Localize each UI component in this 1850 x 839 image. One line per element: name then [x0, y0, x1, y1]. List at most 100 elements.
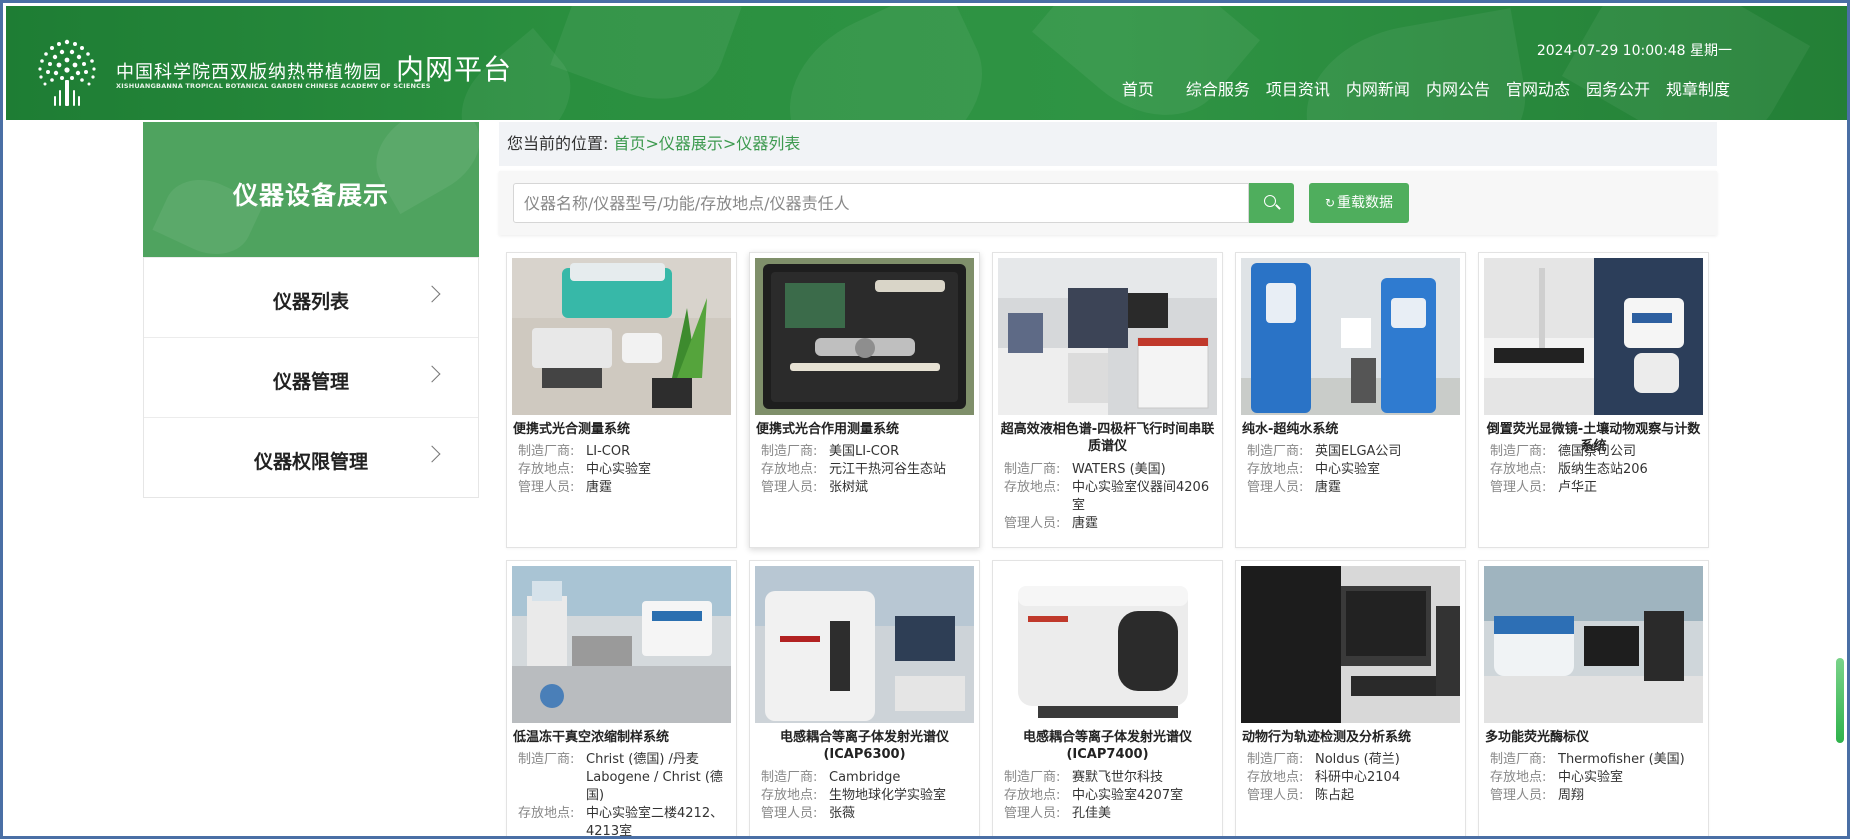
breadcrumb-path[interactable]: 首页>仪器展示>仪器列表	[614, 134, 801, 153]
manufacturer-label: 制造厂商:	[1247, 752, 1304, 767]
datetime: 2024-07-29 10:00:48 星期一	[1536, 43, 1732, 59]
garden-logo-icon[interactable]	[26, 30, 108, 112]
manufacturer-label: 制造厂商:	[1490, 752, 1547, 767]
manager-label: 管理人员:	[1247, 788, 1304, 803]
manufacturer-value: Noldus (荷兰)	[1315, 752, 1400, 767]
location-value: 中心实验室4207室	[1072, 788, 1184, 803]
manager-label: 管理人员:	[1004, 806, 1061, 821]
instrument-fields: 制造厂商: 赛默飞世尔科技 存放地点: 中心实验室4207室 管理人员: 孔佳美	[1004, 769, 1214, 823]
search-button[interactable]	[1249, 183, 1294, 223]
location-label: 存放地点:	[1490, 462, 1547, 477]
reload-label: 重载数据	[1337, 195, 1394, 211]
nav-regulations[interactable]: 规章制度	[1666, 76, 1730, 100]
location-value: 中心实验室仪器间4206室	[1072, 480, 1210, 513]
org-name: 中国科学院西双版纳热带植物园	[116, 62, 382, 83]
nav-official-updates[interactable]: 官网动态	[1506, 76, 1570, 100]
instrument-name: 超高效液相色谱-四极杆飞行时间串联质谱仪	[1000, 422, 1215, 454]
instrument-card[interactable]: 便携式光合测量系统 制造厂商: LI-COR 存放地点: 中心实验室 管理人员: 唐霆	[506, 252, 737, 548]
instrument-card[interactable]: 电感耦合等离子体发射光谱仪(ICAP7400) 制造厂商: 赛默飞世尔科技 存放地…	[992, 560, 1223, 836]
instrument-card[interactable]: 便携式光合作用测量系统 制造厂商: 美国LI-COR 存放地点: 元江干热河谷生态站…	[749, 252, 980, 548]
nav-intranet-news[interactable]: 内网新闻	[1346, 76, 1410, 100]
instrument-photo	[512, 258, 731, 415]
manager-value: 卢华正	[1558, 480, 1598, 495]
instrument-photo	[755, 566, 974, 723]
browser-frame: 中国科学院西双版纳热带植物园 XISHUANGBANNA TROPICAL BO…	[0, 0, 1850, 839]
main-nav: 首页 综合服务 项目资讯 内网新闻 内网公告 官网动态 园务公开 规章制度	[1106, 76, 1730, 100]
instrument-card[interactable]: 低温冻干真空浓缩制样系统 制造厂商: Christ (德国) /丹麦Labogen…	[506, 560, 737, 836]
instrument-photo	[1241, 258, 1460, 415]
refresh-icon: ↻	[1324, 196, 1336, 210]
manager-label: 管理人员:	[761, 806, 818, 821]
location-value: 生物地球化学实验室	[829, 788, 947, 803]
instrument-card[interactable]: 电感耦合等离子体发射光谱仪(ICAP6300) 制造厂商: Cambridge 存…	[749, 560, 980, 836]
sidebar-header: 仪器设备展示	[143, 122, 479, 257]
org-name-en: XISHUANGBANNA TROPICAL BOTANICAL GARDEN …	[116, 82, 431, 90]
instrument-card[interactable]: 多功能荧光酶标仪 制造厂商: Thermofisher (美国) 存放地点: 中心实…	[1478, 560, 1709, 836]
location-label: 存放地点:	[1004, 788, 1061, 803]
instrument-card[interactable]: 超高效液相色谱-四极杆飞行时间串联质谱仪 制造厂商: WATERS (美国) 存放…	[992, 252, 1223, 548]
instrument-fields: 制造厂商: 美国LI-COR 存放地点: 元江干热河谷生态站 管理人员: 张树斌	[761, 443, 971, 497]
location-value: 版纳生态站206	[1558, 462, 1648, 477]
instrument-name: 便携式光合测量系统	[513, 422, 631, 437]
instrument-fields: 制造厂商: WATERS (美国) 存放地点: 中心实验室仪器间4206室 管理人员…	[1004, 461, 1214, 533]
manager-value: 张树斌	[829, 480, 869, 495]
sidebar-item-permission-management[interactable]: 仪器权限管理	[144, 417, 478, 497]
manufacturer-label: 制造厂商:	[761, 444, 818, 459]
page-scrollbar[interactable]	[1836, 658, 1844, 743]
manager-value: 孔佳美	[1072, 806, 1112, 821]
nav-home[interactable]: 首页	[1122, 76, 1154, 100]
instrument-photo	[1484, 566, 1703, 723]
manager-label: 管理人员:	[1490, 480, 1547, 495]
sidebar-item-instrument-list[interactable]: 仪器列表	[144, 257, 478, 337]
manager-label: 管理人员:	[1004, 516, 1061, 531]
instrument-card[interactable]: 纯水-超纯水系统 制造厂商: 英国ELGA公司 存放地点: 中心实验室 管理人员: 唐…	[1235, 252, 1466, 548]
instrument-name: 动物行为轨迹检测及分析系统	[1242, 730, 1412, 745]
location-label: 存放地点:	[761, 788, 818, 803]
manufacturer-label: 制造厂商:	[1490, 444, 1547, 459]
instrument-name: 电感耦合等离子体发射光谱仪(ICAP6300)	[779, 730, 949, 762]
breadcrumb: 您当前的位置: 首页>仪器展示>仪器列表	[499, 122, 1717, 166]
instrument-name: 纯水-超纯水系统	[1242, 422, 1339, 437]
site-header: 中国科学院西双版纳热带植物园 XISHUANGBANNA TROPICAL BO…	[6, 6, 1847, 120]
instrument-name: 电感耦合等离子体发射光谱仪(ICAP7400)	[1022, 730, 1192, 762]
instrument-card[interactable]: 倒置荧光显微镜-土壤动物观察与计数系统 制造厂商: 德国蔡司公司 存放地点: 版纳生…	[1478, 252, 1709, 548]
manufacturer-value: 德国蔡司公司	[1558, 444, 1637, 459]
location-label: 存放地点:	[518, 462, 575, 477]
manager-value: 唐霆	[586, 480, 613, 495]
manager-label: 管理人员:	[761, 480, 818, 495]
location-value: 中心实验室	[1558, 770, 1624, 785]
sidebar: 仪器设备展示 仪器列表 仪器管理 仪器权限管理	[143, 122, 479, 498]
instrument-card[interactable]: 动物行为轨迹检测及分析系统 制造厂商: Noldus (荷兰) 存放地点: 科研中心…	[1235, 560, 1466, 836]
sidebar-title: 仪器设备展示	[232, 181, 389, 210]
location-value: 科研中心2104	[1315, 770, 1401, 785]
location-label: 存放地点:	[761, 462, 818, 477]
instrument-fields: 制造厂商: Christ (德国) /丹麦Labogene / Christ (德…	[518, 751, 728, 836]
nav-garden-affairs[interactable]: 园务公开	[1586, 76, 1650, 100]
manager-value: 陈占起	[1315, 788, 1355, 803]
instrument-photo	[512, 566, 731, 723]
instrument-name: 低温冻干真空浓缩制样系统	[513, 730, 670, 745]
manufacturer-value: 英国ELGA公司	[1315, 444, 1402, 459]
breadcrumb-label: 您当前的位置:	[507, 134, 609, 153]
manufacturer-label: 制造厂商:	[518, 752, 575, 767]
nav-project-news[interactable]: 项目资讯	[1266, 76, 1330, 100]
manufacturer-value: 美国LI-COR	[829, 444, 900, 459]
reload-data-button[interactable]: ↻ 重载数据	[1309, 183, 1409, 223]
location-value: 中心实验室	[1315, 462, 1381, 477]
manufacturer-value: 赛默飞世尔科技	[1072, 770, 1164, 785]
sidebar-item-instrument-management[interactable]: 仪器管理	[144, 337, 478, 417]
manager-label: 管理人员:	[518, 480, 575, 495]
manufacturer-label: 制造厂商:	[761, 770, 818, 785]
instrument-name: 便携式光合作用测量系统	[756, 422, 900, 437]
nav-intranet-notices[interactable]: 内网公告	[1426, 76, 1490, 100]
manager-value: 唐霆	[1315, 480, 1342, 495]
instrument-fields: 制造厂商: Thermofisher (美国) 存放地点: 中心实验室 管理人员: 周…	[1490, 751, 1700, 805]
nav-services[interactable]: 综合服务	[1186, 76, 1250, 100]
instrument-photo	[998, 258, 1217, 415]
instrument-fields: 制造厂商: 英国ELGA公司 存放地点: 中心实验室 管理人员: 唐霆	[1247, 443, 1457, 497]
instrument-fields: 制造厂商: Cambridge 存放地点: 生物地球化学实验室 管理人员: 张薇	[761, 769, 971, 823]
search-input[interactable]	[513, 183, 1249, 223]
manufacturer-label: 制造厂商:	[1004, 770, 1061, 785]
sidebar-menu: 仪器列表 仪器管理 仪器权限管理	[143, 257, 479, 498]
instrument-fields: 制造厂商: LI-COR 存放地点: 中心实验室 管理人员: 唐霆	[518, 443, 728, 497]
